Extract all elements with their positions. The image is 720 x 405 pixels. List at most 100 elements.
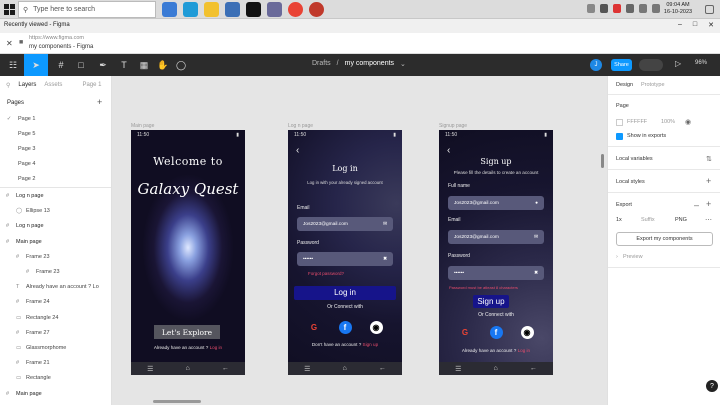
resources-tool-icon[interactable]: ▦ [136, 58, 152, 72]
shape-tool-icon[interactable]: □ [72, 58, 90, 72]
forgot-password-link[interactable]: Forgot password? [308, 271, 344, 276]
back-arrow-icon[interactable]: ← [379, 365, 386, 372]
task-view-icon[interactable] [162, 2, 177, 17]
email-field[interactable]: Jos2023@gmail.com ✉ [448, 230, 544, 244]
layer-item[interactable]: # Frame 24 [0, 295, 111, 309]
page-opacity-value[interactable]: 100% [661, 119, 675, 125]
tray-app-icon[interactable] [587, 4, 595, 13]
tab-layers[interactable]: Layers [18, 82, 36, 89]
avatar[interactable]: J [590, 59, 602, 71]
layer-item[interactable]: # Log n page [0, 219, 111, 233]
share-button[interactable]: Share [611, 59, 632, 71]
login-screen-frame[interactable]: 11:50 ▮ ‹ Log in Log in with your alread… [288, 130, 402, 375]
url-text[interactable]: https://www.figma.com [29, 35, 84, 41]
github-icon[interactable]: ◉ [520, 326, 534, 339]
minimize-icon[interactable]: – [678, 21, 682, 29]
windows-start-icon[interactable] [3, 3, 16, 16]
layer-item[interactable]: ▭ Rectangle 24 [0, 311, 111, 325]
layer-item[interactable]: # Frame 23 [0, 265, 111, 279]
signup-link[interactable]: Sign up [363, 342, 379, 347]
text-tool-icon[interactable]: T [116, 58, 132, 72]
design-canvas[interactable]: Main page Log n page Signup page 11:50 ▮… [113, 76, 607, 405]
back-chevron-icon[interactable]: ‹ [447, 145, 450, 156]
layer-item[interactable]: # Frame 23 [0, 250, 111, 264]
eye-off-icon[interactable]: ✖ [534, 271, 538, 276]
more-options-icon[interactable]: ⋯ [705, 216, 712, 224]
signup-button[interactable]: Sign up [473, 295, 509, 308]
notification-icon[interactable] [705, 5, 714, 14]
layer-item[interactable]: # Log n page [0, 189, 111, 203]
login-link[interactable]: Log in [518, 348, 531, 353]
zoom-level[interactable]: 96% [695, 60, 707, 66]
page-item[interactable]: Page 5 [0, 127, 111, 141]
page-item[interactable]: Page 3 [0, 142, 111, 156]
edge-icon[interactable] [183, 2, 198, 17]
page-color-swatch[interactable] [616, 119, 623, 126]
volume-icon[interactable] [652, 4, 660, 13]
menu-icon[interactable]: ☰ [147, 365, 153, 373]
email-field[interactable]: Jos2023@gmail.com ✉ [297, 217, 393, 231]
google-icon[interactable]: G [308, 321, 321, 334]
present-play-icon[interactable]: ▷ [675, 59, 681, 68]
tab-design[interactable]: Design [616, 82, 633, 88]
page-item[interactable]: Page 4 [0, 157, 111, 171]
back-arrow-icon[interactable]: ← [222, 365, 229, 372]
layer-item[interactable]: ▭ Rectangle [0, 371, 111, 385]
facebook-icon[interactable]: f [489, 326, 503, 339]
tab-prototype[interactable]: Prototype [641, 82, 665, 88]
layer-item[interactable]: # Main page [0, 387, 111, 401]
horizontal-scrollbar[interactable] [153, 400, 201, 403]
menu-icon[interactable]: ☰ [455, 365, 461, 373]
password-field[interactable]: •••••• ✖ [297, 252, 393, 266]
move-tool-icon[interactable]: ➤ [24, 54, 48, 76]
tray-app-icon[interactable] [613, 4, 621, 13]
remove-export-icon[interactable]: – [694, 200, 699, 210]
hand-tool-icon[interactable]: ✋ [155, 58, 171, 72]
menu-icon[interactable]: ☰ [304, 365, 310, 373]
google-icon[interactable]: G [459, 326, 472, 339]
layer-item[interactable]: # Main page [0, 235, 111, 249]
figma-menu-icon[interactable]: ☷ [5, 58, 21, 72]
breadcrumb-file[interactable]: my components [345, 60, 394, 68]
preview-chevron-icon[interactable]: › [616, 254, 618, 260]
taskbar-clock[interactable]: 09:04 AM 16-10-2023 [660, 2, 696, 16]
add-style-icon[interactable]: + [706, 176, 711, 186]
frame-label[interactable]: Main page [131, 123, 154, 129]
show-exports-checkbox[interactable] [616, 133, 623, 140]
fullname-field[interactable]: Jos2023@gmail.com ● [448, 196, 544, 210]
tab-assets[interactable]: Assets [44, 82, 62, 89]
add-export-icon[interactable]: + [706, 199, 711, 209]
home-icon[interactable]: ⌂ [343, 365, 347, 372]
tray-app-icon[interactable] [600, 4, 608, 13]
search-icon[interactable]: ⚲ [6, 82, 10, 89]
frame-label[interactable]: Log n page [288, 123, 313, 129]
battery-icon[interactable] [626, 4, 634, 13]
lets-explore-button[interactable]: Let's Explore [154, 325, 220, 339]
signup-screen-frame[interactable]: 11:50 ▮ ‹ Sign up Please fill the detail… [439, 130, 553, 375]
store-icon[interactable] [225, 2, 240, 17]
vertical-scrollbar[interactable] [601, 154, 604, 168]
dev-mode-toggle[interactable] [639, 59, 663, 71]
back-arrow-icon[interactable]: ← [530, 365, 537, 372]
variables-settings-icon[interactable]: ⇅ [706, 155, 712, 163]
breadcrumb-drafts[interactable]: Drafts [312, 60, 331, 68]
chevron-down-icon[interactable]: ⌄ [400, 60, 406, 68]
record-icon[interactable] [309, 2, 324, 17]
add-page-icon[interactable]: + [97, 97, 102, 107]
login-link[interactable]: Log in [210, 345, 223, 350]
comment-tool-icon[interactable]: ◯ [173, 58, 189, 72]
dell-icon[interactable] [246, 2, 261, 17]
wifi-icon[interactable] [639, 4, 647, 13]
password-field[interactable]: •••••• ✖ [448, 266, 544, 280]
layer-item[interactable]: ▭ Glassmorphome [0, 341, 111, 355]
layer-item[interactable]: ◯ Ellipse 13 [0, 204, 111, 218]
browser-tab-title[interactable]: Recently viewed - Figma [4, 22, 70, 28]
export-format-select[interactable]: PNG [675, 217, 687, 223]
maximize-icon[interactable]: □ [693, 21, 697, 29]
pen-tool-icon[interactable]: ✒ [94, 58, 112, 72]
export-button[interactable]: Export my components [616, 232, 713, 246]
page-selector[interactable]: Page 1 [82, 82, 101, 89]
layer-item[interactable]: T Already have an account ? Lo [0, 280, 111, 294]
eye-off-icon[interactable]: ✖ [383, 257, 387, 262]
page-item[interactable]: ✓ Page 1 [0, 112, 111, 126]
